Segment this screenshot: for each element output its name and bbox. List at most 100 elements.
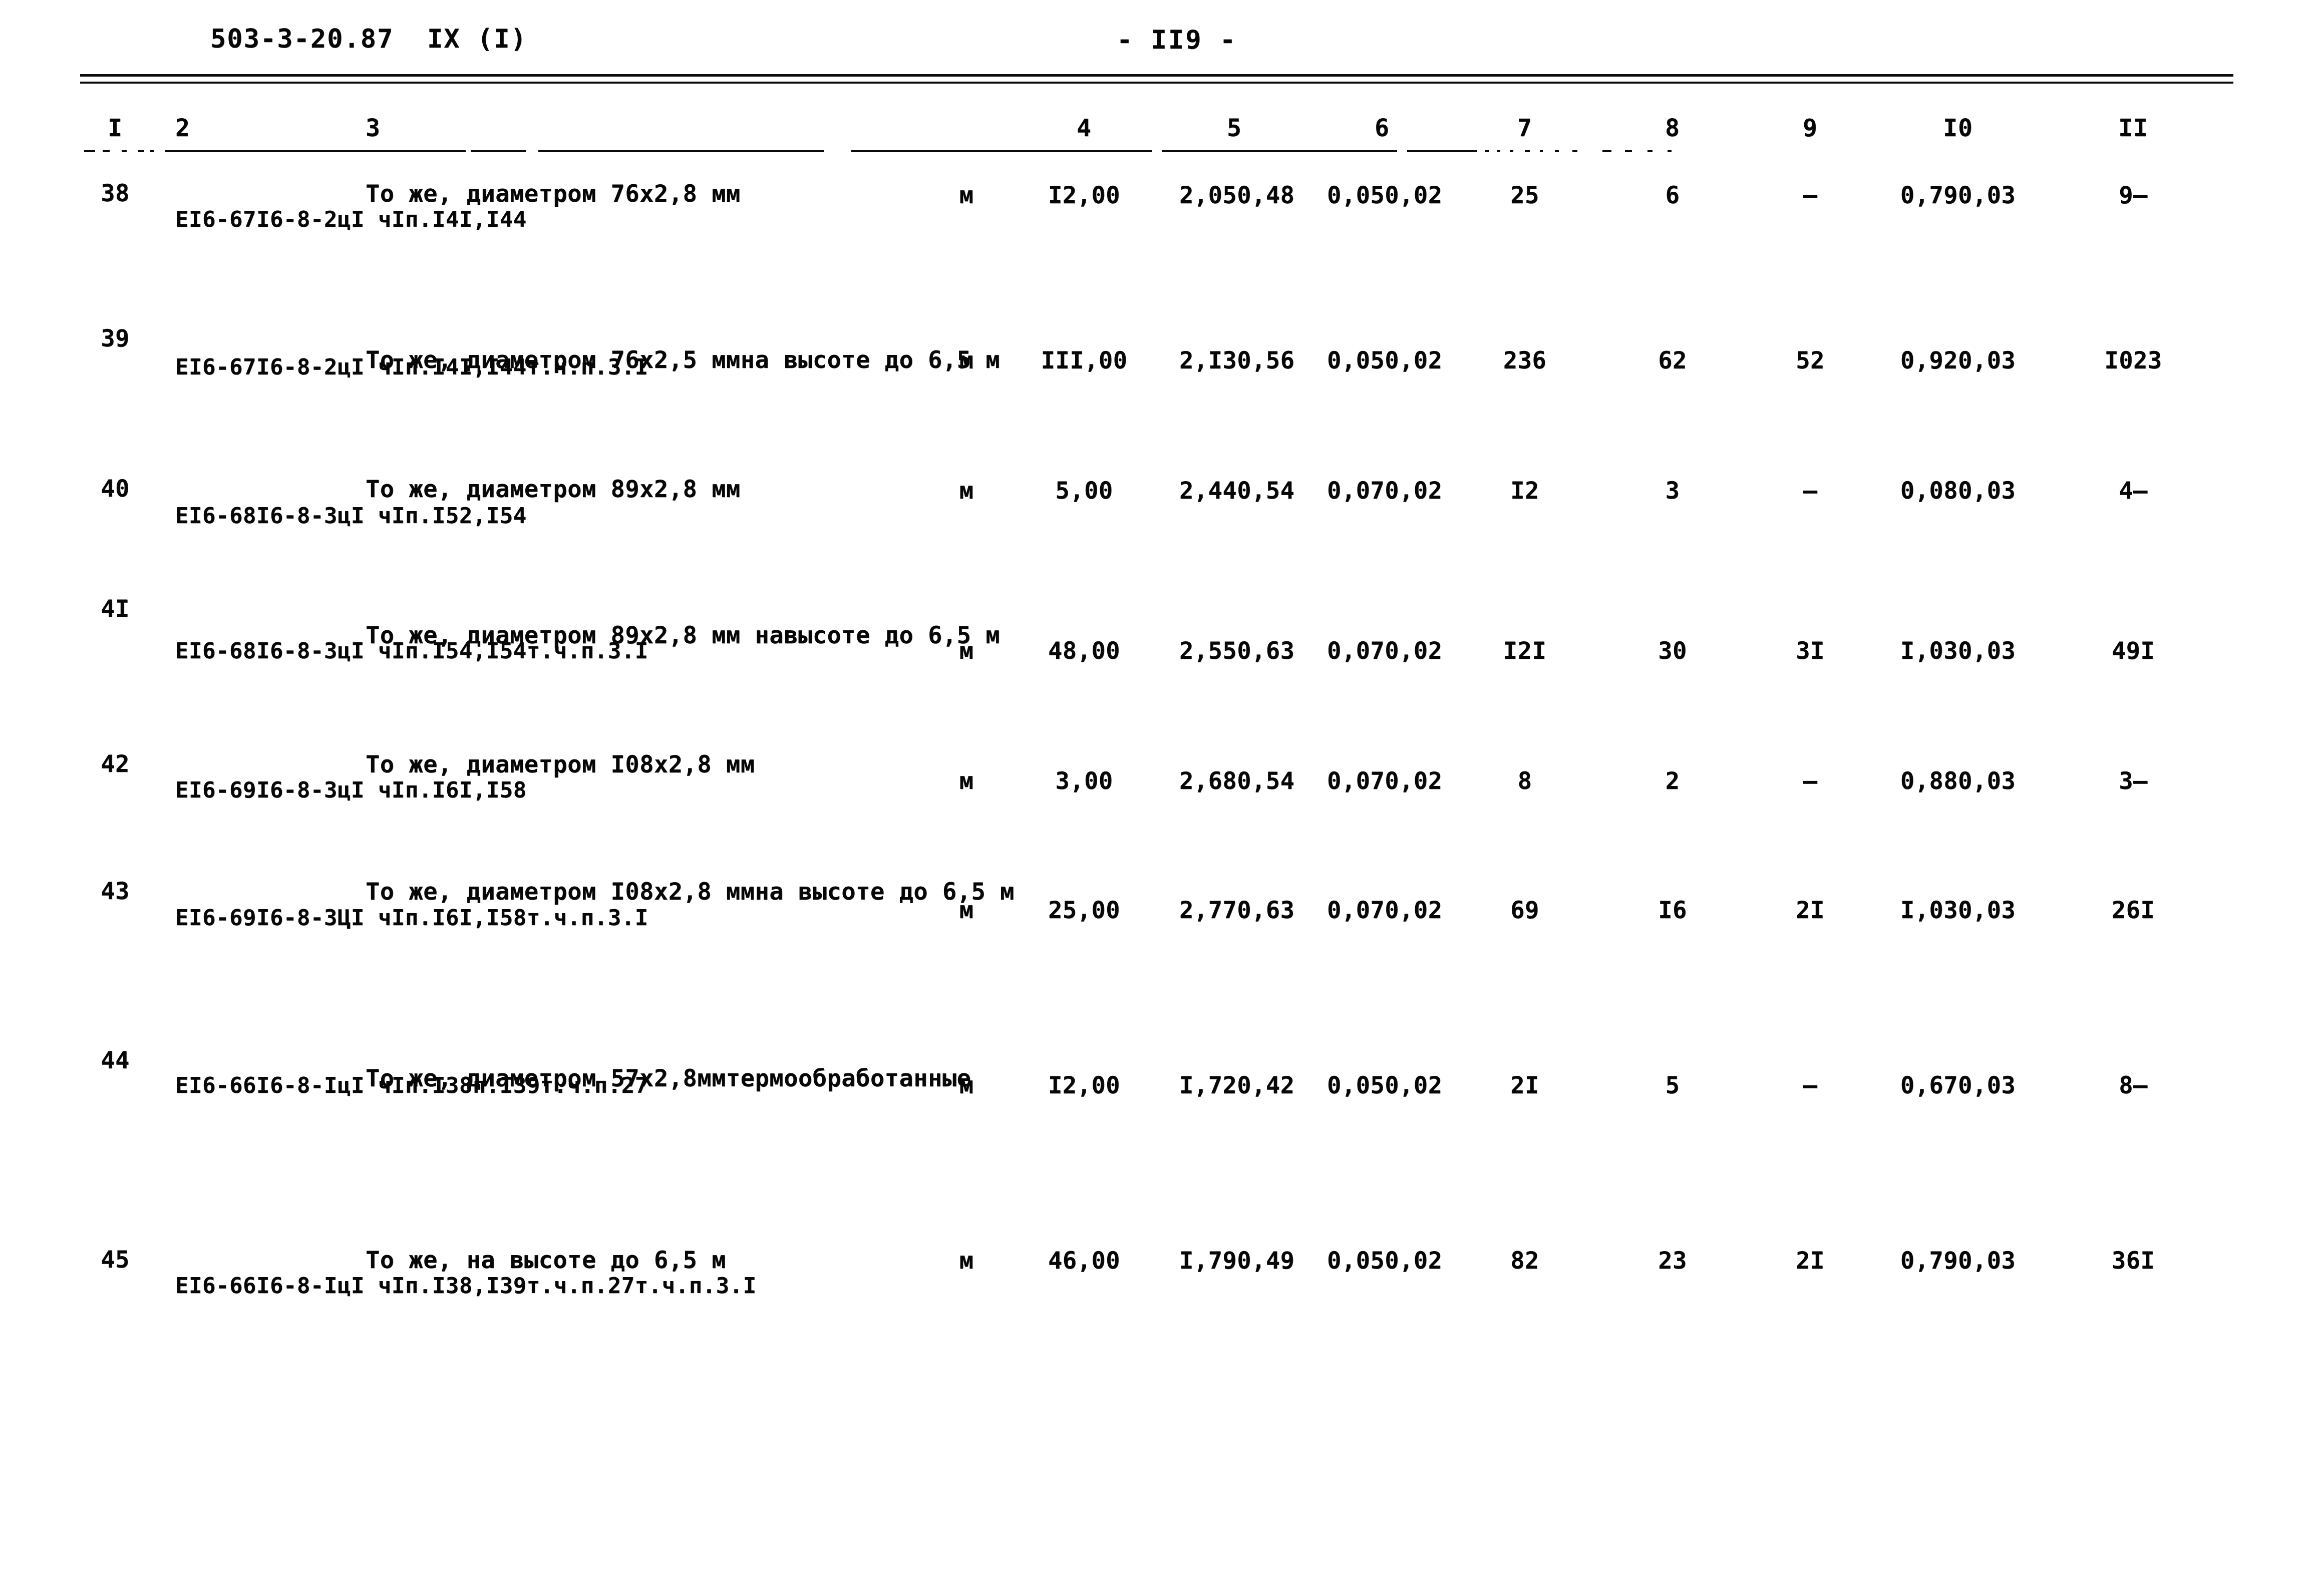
- row-col10-value: 0,670,03: [1898, 1071, 2018, 1100]
- row-col9-value-line: 5: [1796, 347, 1810, 374]
- header-rule-segment: [1668, 150, 1672, 152]
- row-norm-codes-line: I6-8-3: [256, 503, 338, 529]
- row-machine-norm-line: 0,07: [1327, 477, 1385, 505]
- row-norm-codes-line: EI6-66: [175, 1073, 256, 1098]
- header-rule-upper: [80, 74, 2233, 77]
- row-labor-norm-line: 0,49: [1237, 1247, 1295, 1275]
- row-norm-codes-line: п.I38,I39: [405, 1273, 527, 1299]
- row-labor-norm-line: 2,I3: [1179, 347, 1237, 374]
- header-rule-segment: [1485, 150, 1489, 152]
- row-machine-norm: 0,050,02: [1327, 181, 1442, 210]
- row-col11-value-line: I: [2140, 897, 2155, 924]
- column-header-8: 8: [1665, 114, 1680, 142]
- row-unit: м: [959, 1072, 974, 1099]
- row-col9-value-line: –: [1803, 477, 1818, 505]
- row-norm-codes-line: т.ч.: [634, 1273, 689, 1299]
- header-rule-segment: [1162, 150, 1397, 152]
- row-col10-value-line: I,03: [1900, 637, 1958, 665]
- row-description: То же, диаметром 76х2,8 мм: [366, 179, 916, 209]
- header-rule-segment: [1407, 150, 1477, 152]
- row-norm-codes: EI6-67I6-8-2цI чIп.I4I,I44: [175, 206, 526, 233]
- row-col10-value-line: 0,92: [1900, 347, 1958, 374]
- column-header-6: 6: [1375, 114, 1390, 142]
- row-machine-norm-line: 0,07: [1327, 897, 1385, 924]
- row-total-machine: 23: [1658, 1247, 1687, 1275]
- row-col10-value-line: 0,03: [1958, 182, 2016, 209]
- row-col10-value-line: 0,03: [1958, 477, 2016, 505]
- row-quantity: III,00: [1041, 347, 1128, 374]
- row-col10-value-line: 0,03: [1958, 347, 2016, 374]
- row-position-number-line: 4I: [101, 595, 130, 623]
- row-quantity: 3,00: [1055, 767, 1113, 795]
- row-machine-norm-line: 0,07: [1327, 767, 1385, 795]
- row-machine-norm: 0,070,02: [1327, 767, 1442, 795]
- row-norm-codes: EI6-68I6-8-3цI чIп.I54,I54т.ч.п.3.I: [175, 638, 648, 665]
- row-col10-value: 0,880,03: [1898, 767, 2018, 795]
- row-norm-codes-line: цI чI: [337, 1273, 405, 1299]
- row-total-labor: I2I: [1503, 637, 1547, 665]
- header-rule-segment: [150, 150, 154, 152]
- row-quantity: 46,00: [1048, 1247, 1120, 1275]
- row-labor-norm-line: 0,63: [1237, 637, 1295, 665]
- row-description-line: То же, диаметром 89х2,8 мм: [366, 476, 741, 503]
- row-col11-value-line: –: [2133, 767, 2148, 795]
- row-col9-value-line: I: [1810, 897, 1825, 924]
- row-col11-value-line: –: [2133, 477, 2148, 505]
- row-description: То же, диаметром I08х2,8 ммна высоте до …: [366, 877, 1014, 907]
- header-rule-segment: [1497, 150, 1500, 152]
- column-header-10: I0: [1943, 114, 1973, 142]
- row-labor-norm-line: 0,42: [1237, 1072, 1295, 1099]
- row-description: То же, диаметром I08х2,8 мм: [366, 750, 916, 780]
- row-position-number: 45: [85, 1246, 145, 1274]
- row-norm-codes-line: п.I4I,I44: [405, 207, 527, 232]
- row-total-machine: 2: [1665, 767, 1680, 795]
- row-norm-codes: EI6-69I6-8-3цI чIп.I6I,I58: [175, 777, 526, 804]
- row-norm-codes-line: EI6-67: [175, 354, 256, 380]
- row-col11-value-line: 36: [2111, 1247, 2141, 1275]
- header-rule-segment: [1602, 150, 1611, 152]
- row-col10-value-line: I,03: [1900, 897, 1958, 924]
- row-col10-value-line: 0,03: [1958, 897, 2016, 924]
- row-labor-norm-line: 2,68: [1179, 767, 1237, 795]
- row-col11-value-line: 9: [2119, 182, 2133, 209]
- header-rule-segment: [1572, 150, 1577, 152]
- row-position-number-line: 45: [101, 1246, 130, 1274]
- column-header-4: 4: [1077, 114, 1092, 142]
- row-description: То же, диаметром 57х2,8ммтермообработанн…: [366, 1064, 971, 1094]
- header-rule-segment: [1625, 150, 1632, 152]
- row-labor-norm-line: 0,56: [1237, 347, 1295, 374]
- row-norm-codes-line: EI6-68: [175, 638, 256, 664]
- row-norm-codes-line: п.I6I,I58: [405, 905, 527, 931]
- row-total-labor: 8: [1517, 767, 1532, 795]
- row-norm-codes-line: EI6-66: [175, 1273, 256, 1299]
- row-labor-norm-line: 2,77: [1179, 897, 1237, 924]
- row-col10-value: I,030,03: [1898, 637, 2018, 665]
- row-description-line: термообработанные: [726, 1065, 971, 1092]
- header-rule-segment: [1525, 150, 1530, 152]
- row-description-line: То же, диаметром 57х2,8мм: [366, 1065, 726, 1092]
- header-rule-lower: [80, 82, 2233, 84]
- row-col9-value: –: [1768, 477, 1853, 505]
- column-header-9: 9: [1803, 114, 1818, 142]
- row-col11-value-line: I: [2140, 637, 2155, 665]
- row-position-number: 42: [85, 750, 145, 778]
- header-rule-segment: [165, 150, 466, 152]
- row-col11-value-line: 3: [2119, 767, 2133, 795]
- row-description: То же, на высоте до 6,5 м: [366, 1246, 916, 1276]
- row-norm-codes-line: п.27: [580, 1273, 635, 1299]
- row-col11-value-line: 3: [2147, 347, 2162, 374]
- row-col10-value-line: 0,79: [1900, 182, 1958, 209]
- row-labor-norm: 2,770,63: [1179, 896, 1294, 925]
- row-col11-value-line: I02: [2104, 347, 2148, 374]
- row-total-labor: 25: [1510, 182, 1539, 209]
- row-machine-norm-line: 0,02: [1385, 767, 1443, 795]
- row-machine-norm: 0,070,02: [1327, 637, 1442, 665]
- header-rule-segment: [122, 150, 127, 152]
- row-description: То же, диаметром 89х2,8 мм навысоте до 6…: [366, 621, 1000, 651]
- row-col11-value-line: 49: [2111, 637, 2141, 665]
- row-col10-value-line: 0,79: [1900, 1247, 1958, 1275]
- row-norm-codes-line: I6-8-2: [256, 354, 338, 380]
- row-quantity: I2,00: [1048, 1072, 1120, 1099]
- row-unit: м: [959, 897, 974, 924]
- row-col9-value-line: 3: [1796, 637, 1810, 665]
